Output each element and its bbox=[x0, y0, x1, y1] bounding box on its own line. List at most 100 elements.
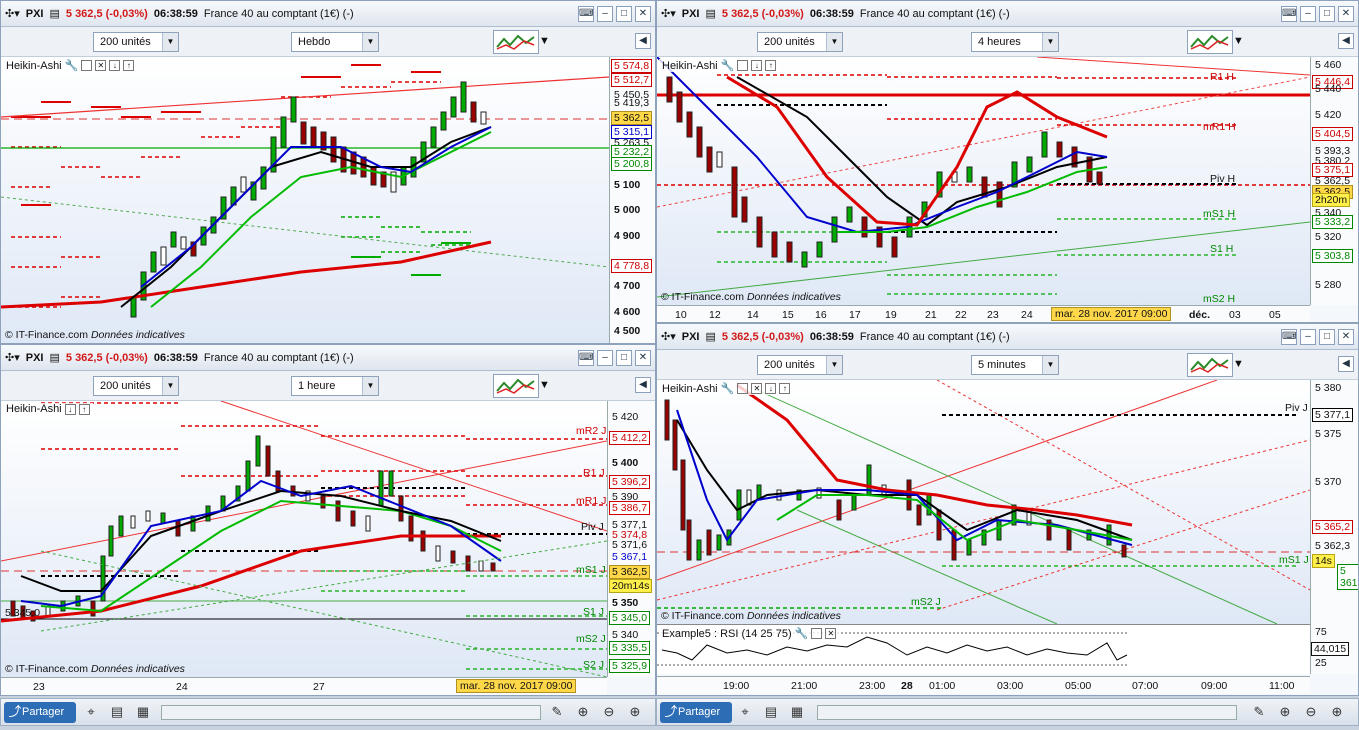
chart-toolbar: 200 unités ▼ 5 minutes ▼ ▼ ◀ bbox=[657, 350, 1358, 380]
period-select[interactable]: 5 minutes ▼ bbox=[971, 355, 1059, 375]
chart-type-icon[interactable] bbox=[493, 374, 539, 398]
chart-area[interactable]: Heikin-Ashi ↓ ↑ mR2 J R1 J mR1 J Piv J mS1… bbox=[1, 401, 607, 677]
indicator-icon[interactable]: ▦ bbox=[789, 703, 805, 721]
price-change: 5 362,5 (-0,03%) bbox=[65, 351, 148, 364]
chevron-down-icon: ▼ bbox=[362, 377, 378, 395]
chart-type-dropdown[interactable]: ▼ bbox=[539, 376, 550, 396]
panel-4h: ✣▾ PXI ▤ 5 362,5 (-0,03%) 06:38:59 Franc… bbox=[656, 0, 1359, 323]
copyright: © IT-Finance.com Données indicatives bbox=[5, 663, 185, 675]
keyboard-icon[interactable]: ⌨ bbox=[1281, 329, 1297, 345]
close-button[interactable]: ✕ bbox=[635, 350, 651, 366]
chart-area[interactable]: Heikin-Ashi 🔧 ✕ ↓ ↑ © IT-Finance.com Données… bbox=[1, 57, 609, 343]
minimize-button[interactable]: – bbox=[1300, 6, 1316, 22]
zoom-fit-icon[interactable]: ⊕ bbox=[1277, 703, 1293, 721]
scroll-left-icon[interactable]: ◀ bbox=[1338, 356, 1354, 372]
indicator-label[interactable]: Heikin-Ashi 🔧 ✕ ↓ ↑ bbox=[3, 59, 138, 72]
bottom-toolbar-left: Partager ⤴ ⌖ ▤ ▦ ✎ ⊕ ⊖ ⊕ bbox=[0, 698, 656, 726]
indicator-label[interactable]: Heikin-Ashi ↓ ↑ bbox=[3, 403, 93, 415]
chart-area[interactable]: Heikin-Ashi 🔧 ↓ ↑ R1 H mR1 H Piv H mS1 H S1… bbox=[657, 57, 1310, 305]
chart-type-dropdown[interactable]: ▼ bbox=[539, 32, 550, 52]
close-button[interactable]: ✕ bbox=[1338, 329, 1354, 345]
list-icon[interactable]: ▤ bbox=[109, 703, 125, 721]
scroll-left-icon[interactable]: ◀ bbox=[1338, 33, 1354, 49]
list-icon[interactable]: ▤ bbox=[763, 703, 779, 721]
maximize-button[interactable]: □ bbox=[1319, 6, 1335, 22]
chart-type-icon[interactable] bbox=[1187, 30, 1233, 54]
pin-icon[interactable]: ✣▾ bbox=[5, 7, 20, 20]
chart-type-dropdown[interactable]: ▼ bbox=[1233, 32, 1244, 52]
horizontal-scrollbar[interactable] bbox=[817, 705, 1237, 720]
close-button[interactable]: ✕ bbox=[635, 6, 651, 22]
maximize-button[interactable]: □ bbox=[616, 350, 632, 366]
chart-type-dropdown[interactable]: ▼ bbox=[1233, 355, 1244, 375]
close-button[interactable]: ✕ bbox=[1338, 6, 1354, 22]
chevron-down-icon: ▼ bbox=[1042, 33, 1058, 51]
keyboard-icon[interactable]: ⌨ bbox=[578, 6, 594, 22]
maximize-button[interactable]: □ bbox=[616, 6, 632, 22]
cursor-icon[interactable]: ⌖ bbox=[83, 703, 99, 721]
period-select[interactable]: Hebdo ▼ bbox=[291, 32, 379, 52]
date-tag: mar. 28 nov. 2017 09:00 bbox=[456, 679, 577, 693]
info-icon[interactable]: ▤ bbox=[705, 330, 715, 343]
countdown: 2h20m bbox=[1312, 193, 1351, 207]
pin-icon[interactable]: ✣▾ bbox=[661, 7, 676, 20]
instrument-label: France 40 au comptant (1€) (-) bbox=[203, 351, 354, 364]
pivot-label: R1 J bbox=[583, 467, 605, 479]
pivot-label: R1 H bbox=[1210, 71, 1234, 83]
keyboard-icon[interactable]: ⌨ bbox=[578, 350, 594, 366]
symbol-label: PXI bbox=[681, 330, 700, 343]
units-select[interactable]: 200 unités ▼ bbox=[757, 32, 843, 52]
pin-icon[interactable]: ✣▾ bbox=[5, 351, 20, 364]
symbol-label: PXI bbox=[25, 351, 44, 364]
horizontal-scrollbar[interactable] bbox=[161, 705, 541, 720]
cursor-icon[interactable]: ⌖ bbox=[737, 703, 753, 721]
indicator-icon[interactable]: ▦ bbox=[135, 703, 151, 721]
info-icon[interactable]: ▤ bbox=[49, 351, 59, 364]
price-change: 5 362,5 (-0,03%) bbox=[721, 330, 804, 343]
units-select[interactable]: 200 unités ▼ bbox=[757, 355, 843, 375]
y-axis: 5 420 5 412,2 5 400 5 396,2 5 390 5 386,… bbox=[607, 401, 655, 677]
pivot-label: mR1 H bbox=[1203, 121, 1236, 133]
chart-area[interactable]: Heikin-Ashi 🔧 ✕ ↓ ↑ Piv J mS1 J mS2 J © IT-F… bbox=[657, 380, 1310, 624]
period-select[interactable]: 4 heures ▼ bbox=[971, 32, 1059, 52]
units-select[interactable]: 200 unités ▼ bbox=[93, 376, 179, 396]
scroll-left-icon[interactable]: ◀ bbox=[635, 33, 651, 49]
wrench-icon: 🔧 bbox=[720, 383, 735, 395]
draw-icon[interactable]: ✎ bbox=[549, 703, 565, 721]
y-axis: 5 460 5 446,4 5 440 5 420 5 404,5 5 393,… bbox=[1310, 57, 1358, 305]
date-tag: mar. 28 nov. 2017 09:00 bbox=[1051, 307, 1172, 321]
info-icon[interactable]: ▤ bbox=[49, 7, 59, 20]
keyboard-icon[interactable]: ⌨ bbox=[1281, 6, 1297, 22]
pin-icon[interactable]: ✣▾ bbox=[661, 330, 676, 343]
pivot-label: mS2 J bbox=[576, 633, 606, 645]
chart-type-icon[interactable] bbox=[1187, 353, 1233, 377]
period-select[interactable]: 1 heure ▼ bbox=[291, 376, 379, 396]
chart-type-icon[interactable] bbox=[493, 30, 539, 54]
zoom-fit-icon[interactable]: ⊕ bbox=[575, 703, 591, 721]
minimize-button[interactable]: – bbox=[597, 350, 613, 366]
zoom-out-icon[interactable]: ⊖ bbox=[601, 703, 617, 721]
minimize-button[interactable]: – bbox=[597, 6, 613, 22]
window-titlebar[interactable]: ✣▾ PXI ▤ 5 362,5 (-0,03%) 06:38:59 Franc… bbox=[1, 345, 655, 371]
indicator-label[interactable]: Heikin-Ashi 🔧 ↓ ↑ bbox=[659, 59, 780, 72]
window-titlebar[interactable]: ✣▾ PXI ▤ 5 362,5 (-0,03%) 06:38:59 Franc… bbox=[657, 1, 1358, 27]
x-axis: 19:00 21:00 23:00 28 01:00 03:00 05:00 0… bbox=[657, 676, 1310, 694]
zoom-out-icon[interactable]: ⊖ bbox=[1303, 703, 1319, 721]
window-titlebar[interactable]: ✣▾ PXI ▤ 5 362,5 (-0,03%) 06:38:59 Franc… bbox=[657, 324, 1358, 350]
draw-icon[interactable]: ✎ bbox=[1251, 703, 1267, 721]
zoom-in-icon[interactable]: ⊕ bbox=[1329, 703, 1345, 721]
indicator-label[interactable]: Heikin-Ashi 🔧 ✕ ↓ ↑ bbox=[659, 382, 794, 395]
minimize-button[interactable]: – bbox=[1300, 329, 1316, 345]
rsi-panel[interactable]: Example5 : RSI (14 25 75) 🔧 ✕ bbox=[657, 624, 1310, 674]
rsi-label[interactable]: Example5 : RSI (14 25 75) 🔧 ✕ bbox=[659, 627, 840, 640]
price-change: 5 362,5 (-0,03%) bbox=[65, 7, 148, 20]
info-icon[interactable]: ▤ bbox=[705, 7, 715, 20]
maximize-button[interactable]: □ bbox=[1319, 329, 1335, 345]
window-titlebar[interactable]: ✣▾ PXI ▤ 5 362,5 (-0,03%) 06:38:59 Franc… bbox=[1, 1, 655, 27]
zoom-in-icon[interactable]: ⊕ bbox=[627, 703, 643, 721]
chart-toolbar: 200 unités ▼ 1 heure ▼ ▼ ◀ bbox=[1, 371, 655, 401]
units-select[interactable]: 200 unités ▼ bbox=[93, 32, 179, 52]
chevron-down-icon: ▼ bbox=[1042, 356, 1058, 374]
instrument-label: France 40 au comptant (1€) (-) bbox=[203, 7, 354, 20]
scroll-left-icon[interactable]: ◀ bbox=[635, 377, 651, 393]
